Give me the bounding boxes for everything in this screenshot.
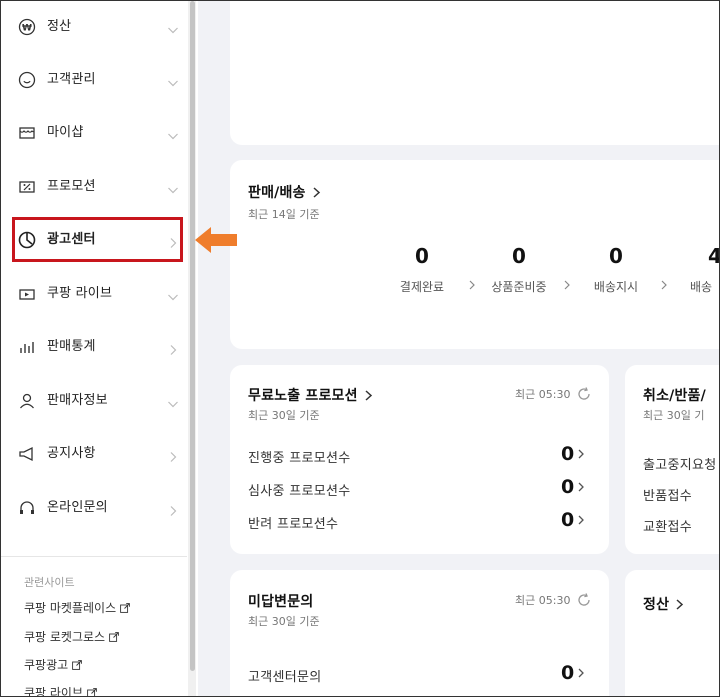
cancel-return-row[interactable]: 반품접수 bbox=[643, 485, 692, 504]
cancel-return-row[interactable]: 출고중지요청 bbox=[643, 454, 717, 473]
chevron-down-icon bbox=[167, 21, 179, 34]
chevron-right-icon bbox=[167, 448, 179, 462]
shop-icon bbox=[17, 123, 37, 143]
inquiry-title[interactable]: 미답변문의 bbox=[248, 591, 313, 611]
inquiry-time: 최근 05:30 bbox=[515, 592, 592, 608]
step-label-instructed: 배송지시 bbox=[593, 280, 639, 294]
step-label-preparing: 상품준비중 bbox=[491, 280, 547, 294]
sidebar-item-label: 공지사항 bbox=[47, 446, 96, 461]
megaphone-icon bbox=[17, 444, 37, 464]
person-icon bbox=[17, 391, 37, 411]
related-link-coupang-live[interactable]: 쿠팡 라이브 bbox=[24, 684, 97, 696]
inquiry-row-label: 고객센터문의 bbox=[248, 670, 322, 685]
chevron-right-icon bbox=[365, 389, 372, 401]
external-link-icon bbox=[120, 602, 130, 613]
promotion-row-label: 진행중 프로모션수 bbox=[248, 451, 351, 466]
sidebar-item-online-inquiry[interactable]: 온라인문의 bbox=[1, 488, 187, 528]
refresh-icon[interactable] bbox=[576, 386, 592, 402]
free-promotion-card: 무료노출 프로모션 최근 30일 기준 최근 05:30 진행중 프로모션수 0… bbox=[230, 365, 609, 554]
step-value-preparing[interactable]: 0 bbox=[479, 244, 559, 268]
promotion-row-value[interactable]: 0 bbox=[561, 476, 585, 498]
step-value-instructed[interactable]: 0 bbox=[576, 244, 656, 268]
chevron-down-icon bbox=[167, 127, 179, 140]
promotion-row-value[interactable]: 0 bbox=[561, 509, 585, 531]
related-link-rocket-growth[interactable]: 쿠팡 로켓그로스 bbox=[24, 628, 119, 645]
sidebar-scroll-thumb[interactable] bbox=[190, 1, 195, 671]
sidebar-item-label: 정산 bbox=[47, 19, 72, 34]
chevron-right-icon bbox=[676, 598, 684, 610]
highlight-box bbox=[12, 217, 183, 262]
cancel-return-card: 취소/반품/ 최근 30일 기 출고중지요청 반품접수 교환접수 bbox=[625, 365, 719, 554]
smile-icon bbox=[17, 70, 37, 90]
headset-icon bbox=[17, 498, 37, 518]
sidebar-divider bbox=[1, 556, 187, 557]
app-frame: 판매/배송 최근 14일 기준 0 결제완료 0 상품준비중 0 배송지시 4 … bbox=[0, 0, 720, 697]
sales-delivery-card: 판매/배송 최근 14일 기준 0 결제완료 0 상품준비중 0 배송지시 4 … bbox=[230, 160, 719, 349]
step-label-shipping: 배송 bbox=[690, 280, 713, 294]
external-link-icon bbox=[109, 631, 119, 642]
sidebar-item-notices[interactable]: 공지사항 bbox=[1, 434, 187, 474]
external-link-icon bbox=[72, 659, 83, 670]
related-link-marketplace[interactable]: 쿠팡 마켓플레이스 bbox=[24, 599, 130, 616]
chevron-down-icon bbox=[167, 181, 179, 194]
pointer-arrow-icon bbox=[195, 227, 237, 253]
top-card bbox=[230, 1, 719, 145]
sales-delivery-title[interactable]: 판매/배송 bbox=[248, 182, 321, 202]
chevron-down-icon bbox=[167, 288, 179, 301]
step-value-shipping[interactable]: 4 bbox=[675, 244, 719, 268]
settlement-card: 정산 bbox=[625, 570, 719, 696]
chevron-right-icon bbox=[167, 502, 179, 516]
chevron-right-icon bbox=[578, 515, 585, 525]
sidebar-item-label: 판매통계 bbox=[47, 339, 96, 354]
inquiry-row-value[interactable]: 0 bbox=[561, 662, 585, 684]
sidebar-item-label: 온라인문의 bbox=[47, 500, 108, 515]
unanswered-inquiry-card: 미답변문의 최근 30일 기준 최근 05:30 고객센터문의 0 bbox=[230, 570, 609, 696]
external-link-icon bbox=[87, 687, 97, 696]
sidebar-item-sales-stats[interactable]: 판매통계 bbox=[1, 327, 187, 367]
sidebar-item-myshop[interactable]: 마이샵 bbox=[1, 113, 187, 153]
chevron-right-icon bbox=[578, 482, 585, 492]
chevron-right-icon bbox=[167, 341, 179, 355]
chevron-down-icon bbox=[167, 395, 179, 408]
sidebar-item-coupang-live[interactable]: 쿠팡 라이브 bbox=[1, 274, 187, 314]
promotion-row-value[interactable]: 0 bbox=[561, 443, 585, 465]
sidebar-item-customers[interactable]: 고객관리 bbox=[1, 60, 187, 100]
cancel-return-title[interactable]: 취소/반품/ bbox=[643, 385, 706, 405]
settlement-title[interactable]: 정산 bbox=[643, 594, 684, 614]
promotion-title[interactable]: 무료노출 프로모션 bbox=[248, 385, 373, 405]
related-link-coupang-ads[interactable]: 쿠팡광고 bbox=[24, 656, 83, 673]
sidebar-item-label: 쿠팡 라이브 bbox=[47, 286, 113, 301]
promotion-row-label: 반려 프로모션수 bbox=[248, 517, 339, 532]
chevron-right-icon bbox=[564, 280, 570, 290]
sidebar-item-label: 판매자정보 bbox=[47, 393, 108, 408]
sidebar-item-settlement[interactable]: ₩ 정산 bbox=[1, 7, 187, 47]
promotion-subtitle: 최근 30일 기준 bbox=[248, 409, 320, 422]
sidebar-item-label: 고객관리 bbox=[47, 72, 96, 87]
chevron-right-icon bbox=[578, 449, 585, 459]
cancel-return-subtitle: 최근 30일 기 bbox=[643, 409, 705, 422]
step-value-paid[interactable]: 0 bbox=[382, 244, 462, 268]
promotion-time: 최근 05:30 bbox=[515, 386, 592, 402]
live-video-icon bbox=[17, 284, 37, 304]
promotion-row-label: 심사중 프로모션수 bbox=[248, 484, 351, 499]
chevron-right-icon bbox=[578, 668, 585, 678]
step-label-paid: 결제완료 bbox=[399, 280, 445, 294]
sidebar-item-label: 프로모션 bbox=[47, 179, 96, 194]
sidebar-item-promotion[interactable]: 프로모션 bbox=[1, 167, 187, 207]
svg-text:₩: ₩ bbox=[22, 24, 32, 34]
refresh-icon[interactable] bbox=[576, 592, 592, 608]
chevron-right-icon bbox=[661, 280, 667, 290]
cancel-return-row[interactable]: 교환접수 bbox=[643, 516, 692, 535]
inquiry-subtitle: 최근 30일 기준 bbox=[248, 615, 320, 628]
chevron-right-icon bbox=[313, 186, 320, 198]
won-coin-icon: ₩ bbox=[17, 17, 37, 37]
sidebar-item-label: 마이샵 bbox=[47, 125, 84, 140]
sales-delivery-subtitle: 최근 14일 기준 bbox=[248, 208, 320, 221]
related-sites-title: 관련사이트 bbox=[24, 576, 75, 589]
sidebar-item-seller-info[interactable]: 판매자정보 bbox=[1, 381, 187, 421]
sidebar: ₩ 정산 고객관리 마이샵 프로모션 광고센터 쿠팡 라이브 판매통계 판매자정… bbox=[1, 1, 198, 696]
coupon-icon bbox=[17, 177, 37, 197]
chevron-down-icon bbox=[167, 74, 179, 87]
bar-chart-icon bbox=[17, 337, 37, 357]
